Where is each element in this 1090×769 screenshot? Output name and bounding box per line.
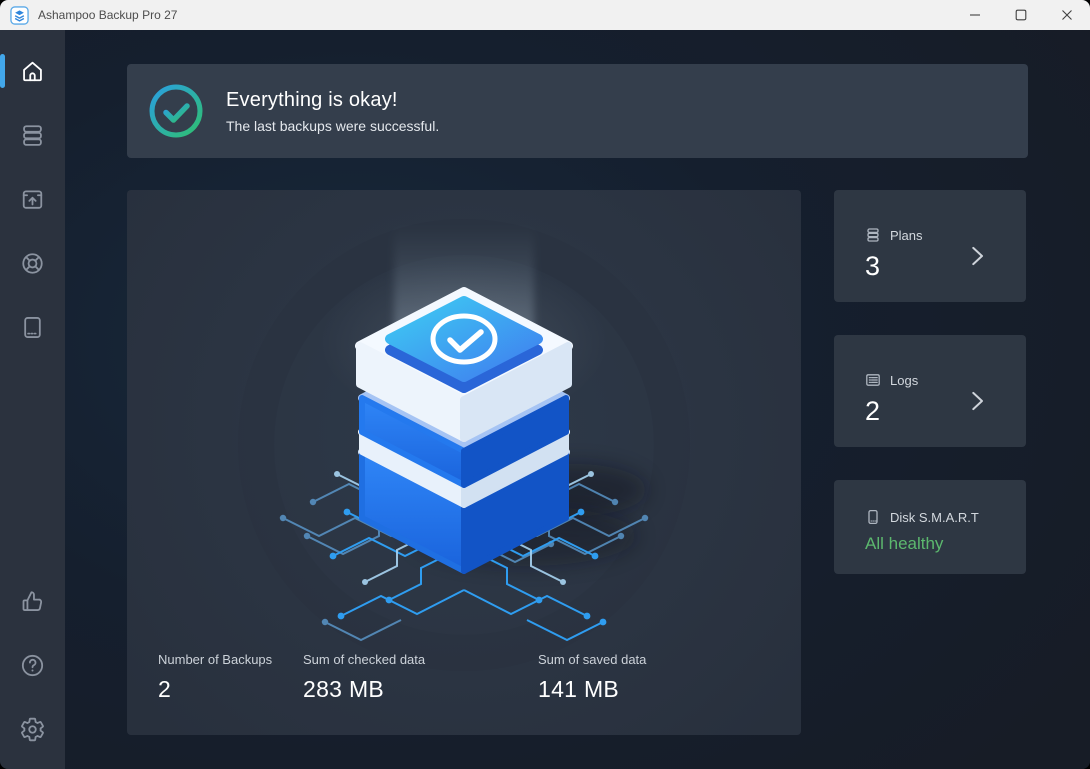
chevron-right-icon bbox=[962, 241, 992, 271]
plans-card-label: Plans bbox=[890, 228, 923, 243]
backup-stats: Number of Backups 2 Sum of checked data … bbox=[158, 652, 770, 712]
overview-card: Number of Backups 2 Sum of checked data … bbox=[127, 190, 801, 735]
close-button[interactable] bbox=[1044, 0, 1090, 30]
plans-chevron[interactable] bbox=[962, 241, 992, 276]
stat-label: Sum of saved data bbox=[538, 652, 646, 667]
settings-gear-icon bbox=[19, 716, 46, 743]
window-controls bbox=[952, 0, 1090, 30]
rescue-disc-icon bbox=[19, 250, 46, 277]
plans-count: 3 bbox=[865, 251, 1026, 282]
stat-value: 283 MB bbox=[303, 676, 425, 703]
logs-list-icon bbox=[865, 372, 881, 388]
disk-drive-icon bbox=[865, 509, 881, 525]
restore-icon bbox=[19, 186, 46, 213]
app-window: Ashampoo Backup Pro 27 bbox=[0, 0, 1090, 769]
close-icon bbox=[1061, 9, 1073, 21]
app-logo-icon bbox=[10, 6, 29, 25]
logs-count: 2 bbox=[865, 396, 1026, 427]
main-content: Everything is okay! The last backups wer… bbox=[65, 30, 1090, 769]
disk-icon bbox=[19, 314, 46, 341]
help-icon bbox=[19, 652, 46, 679]
stat-checked-data: Sum of checked data 283 MB bbox=[303, 652, 425, 703]
logs-card-label: Logs bbox=[890, 373, 918, 388]
feedback-thumbs-up-icon bbox=[19, 588, 46, 615]
stat-label: Number of Backups bbox=[158, 652, 272, 667]
sidebar-item-rescue-disc[interactable] bbox=[0, 231, 65, 295]
sidebar-item-disk[interactable] bbox=[0, 295, 65, 359]
logs-card[interactable]: Logs 2 bbox=[834, 335, 1026, 447]
sidebar-item-backup-plans[interactable] bbox=[0, 103, 65, 167]
plans-card[interactable]: Plans 3 bbox=[834, 190, 1026, 302]
backup-plans-icon bbox=[19, 122, 46, 149]
sidebar bbox=[0, 30, 65, 769]
success-check-icon bbox=[148, 83, 204, 139]
minimize-icon bbox=[969, 9, 981, 21]
disk-smart-status: All healthy bbox=[865, 534, 1026, 554]
disk-smart-label: Disk S.M.A.R.T bbox=[890, 510, 979, 525]
stat-number-of-backups: Number of Backups 2 bbox=[158, 652, 272, 703]
stat-value: 2 bbox=[158, 676, 272, 703]
window-title: Ashampoo Backup Pro 27 bbox=[38, 8, 177, 22]
titlebar: Ashampoo Backup Pro 27 bbox=[0, 0, 1090, 30]
server-stack bbox=[360, 292, 568, 571]
banner-subtitle: The last backups were successful. bbox=[226, 118, 439, 134]
sidebar-item-help[interactable] bbox=[0, 633, 65, 697]
logs-chevron[interactable] bbox=[962, 386, 992, 421]
sidebar-spacer bbox=[0, 359, 65, 569]
stat-value: 141 MB bbox=[538, 676, 646, 703]
home-icon bbox=[19, 58, 46, 85]
minimize-button[interactable] bbox=[952, 0, 998, 30]
maximize-button[interactable] bbox=[998, 0, 1044, 30]
sidebar-item-feedback[interactable] bbox=[0, 569, 65, 633]
stat-saved-data: Sum of saved data 141 MB bbox=[538, 652, 646, 703]
sidebar-item-restore[interactable] bbox=[0, 167, 65, 231]
maximize-icon bbox=[1015, 9, 1027, 21]
plans-database-icon bbox=[865, 227, 881, 243]
disk-smart-card: Disk S.M.A.R.T All healthy bbox=[834, 480, 1026, 574]
sidebar-item-home[interactable] bbox=[0, 39, 65, 103]
status-banner: Everything is okay! The last backups wer… bbox=[127, 64, 1028, 158]
stat-label: Sum of checked data bbox=[303, 652, 425, 667]
sidebar-item-settings[interactable] bbox=[0, 697, 65, 761]
chevron-right-icon bbox=[962, 386, 992, 416]
summary-column: Plans 3 Logs bbox=[834, 190, 1026, 735]
active-indicator bbox=[0, 54, 5, 88]
banner-title: Everything is okay! bbox=[226, 89, 439, 112]
